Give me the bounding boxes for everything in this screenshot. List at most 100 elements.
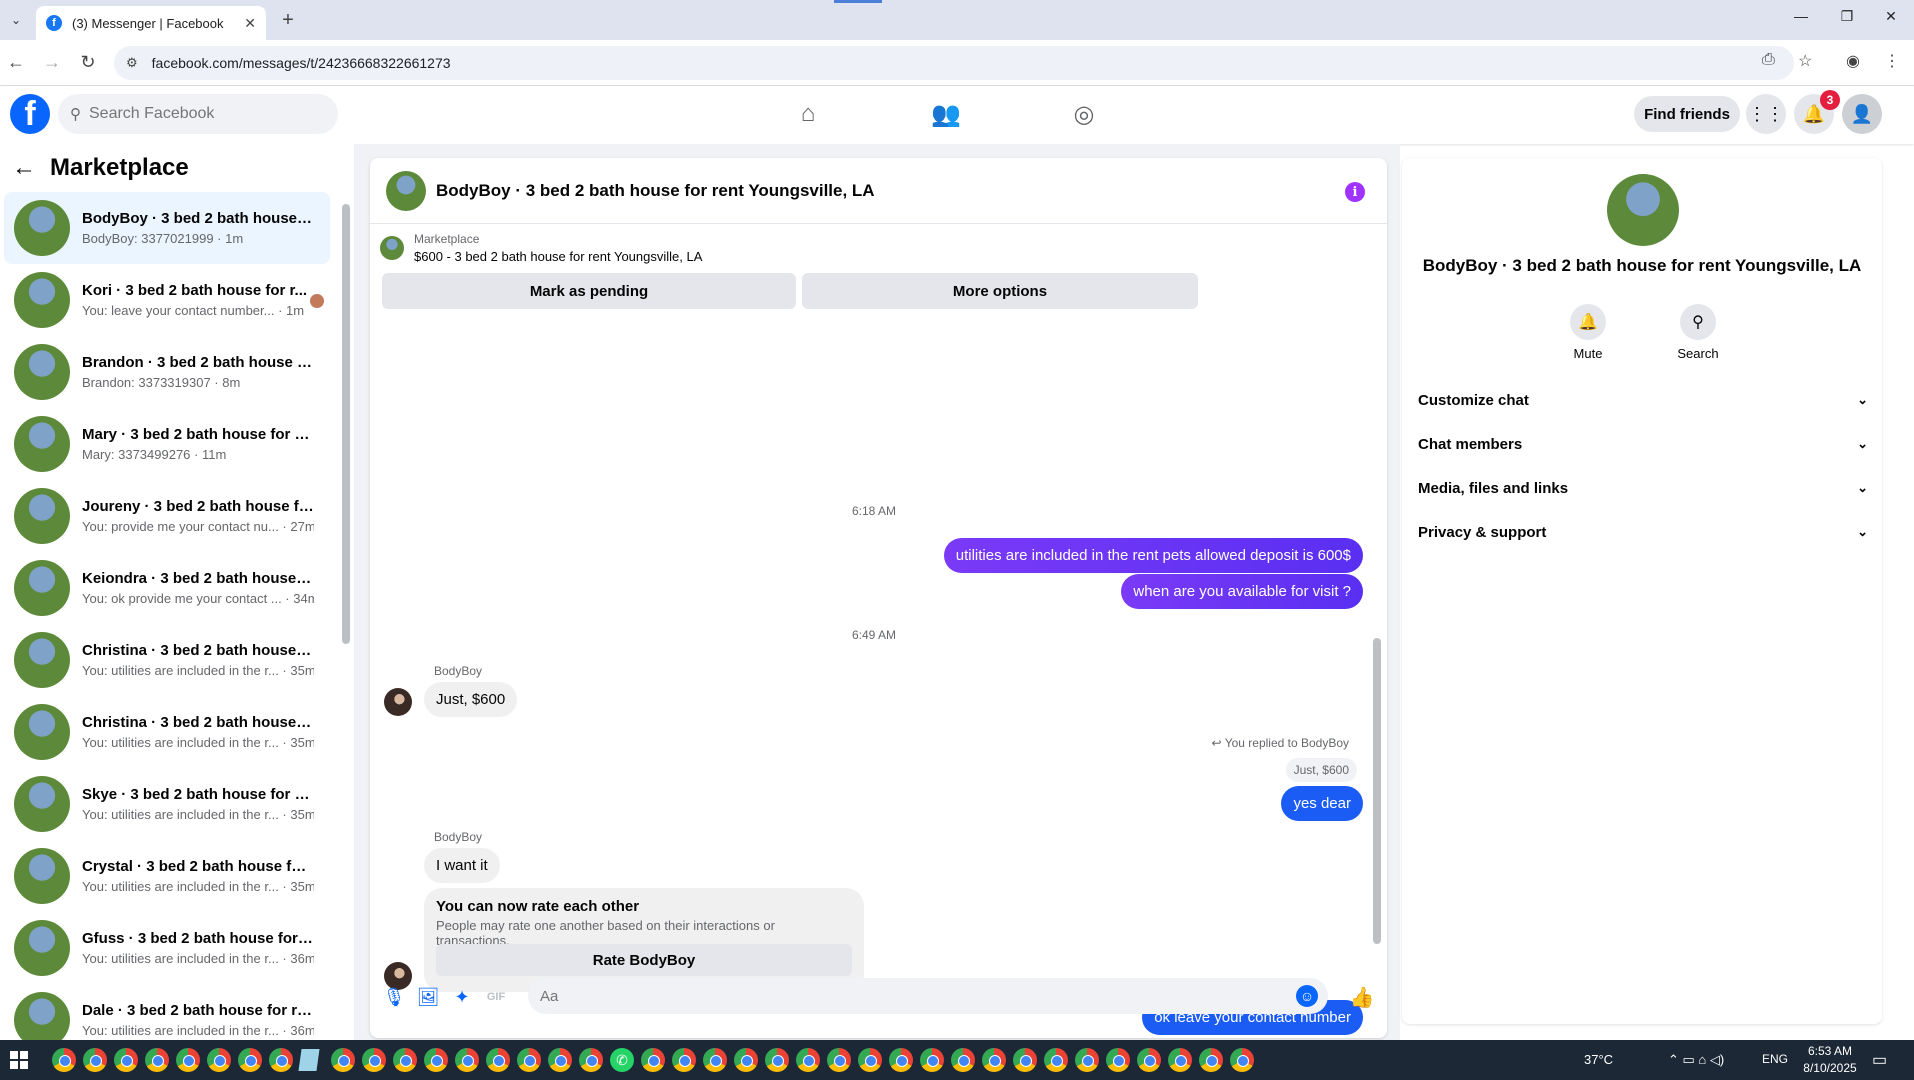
conversation-item[interactable]: BodyBoy · 3 bed 2 bath house f... BodyBoy… bbox=[4, 192, 330, 264]
home-icon[interactable]: ⌂ bbox=[788, 96, 828, 132]
chrome-app-icon[interactable] bbox=[951, 1048, 975, 1072]
info-icon[interactable]: i bbox=[1345, 182, 1365, 202]
conversation-item[interactable]: Christina · 3 bed 2 bath house f... You: … bbox=[4, 696, 330, 768]
chrome-app-icon[interactable] bbox=[1230, 1048, 1254, 1072]
chrome-app-icon[interactable] bbox=[517, 1048, 541, 1072]
sticker-icon[interactable]: ✦ bbox=[450, 985, 474, 1009]
back-arrow-icon[interactable]: ← bbox=[12, 154, 36, 182]
thumbs-up-icon[interactable]: 👍 bbox=[1350, 985, 1375, 1009]
outgoing-message[interactable]: when are you available for visit ? bbox=[1121, 574, 1363, 609]
outgoing-message[interactable]: yes dear bbox=[1281, 786, 1363, 821]
marketplace-listing-bar[interactable]: Marketplace $600 - 3 bed 2 bath house fo… bbox=[380, 232, 702, 264]
tab-close-icon[interactable]: ✕ bbox=[244, 15, 256, 32]
facebook-search[interactable]: ⚲ bbox=[58, 94, 338, 134]
message-input-wrapper[interactable]: ☺ bbox=[528, 978, 1328, 1014]
conversation-item[interactable]: Gfuss · 3 bed 2 bath house for r... You: … bbox=[4, 912, 330, 984]
notification-center-icon[interactable]: ▭ bbox=[1872, 1050, 1887, 1070]
chat-members-section[interactable]: Chat members ⌄ bbox=[1418, 426, 1868, 462]
message-input[interactable] bbox=[540, 987, 1280, 1005]
conversation-item[interactable]: Skye · 3 bed 2 bath house for re... You: … bbox=[4, 768, 330, 840]
notepad-app-icon[interactable] bbox=[298, 1049, 320, 1071]
chrome-app-icon[interactable] bbox=[796, 1048, 820, 1072]
restore-icon[interactable]: ❐ bbox=[1832, 8, 1862, 25]
customize-chat-section[interactable]: Customize chat ⌄ bbox=[1418, 382, 1868, 418]
minimize-icon[interactable]: — bbox=[1786, 8, 1816, 24]
chat-title[interactable]: BodyBoy · 3 bed 2 bath house for rent Yo… bbox=[436, 181, 875, 201]
chrome-app-icon[interactable] bbox=[1044, 1048, 1068, 1072]
chrome-app-icon[interactable] bbox=[52, 1048, 76, 1072]
window-close-icon[interactable]: ✕ bbox=[1876, 8, 1906, 25]
chrome-app-icon[interactable] bbox=[269, 1048, 293, 1072]
mute-bell-icon[interactable]: 🔔 bbox=[1570, 304, 1606, 340]
outgoing-message[interactable]: utilities are included in the rent pets … bbox=[943, 538, 1363, 573]
conversation-item[interactable]: Dale · 3 bed 2 bath house for re... You: … bbox=[4, 984, 330, 1040]
conversation-item[interactable]: Christina · 3 bed 2 bath house f... You: … bbox=[4, 624, 330, 696]
chrome-app-icon[interactable] bbox=[858, 1048, 882, 1072]
search-action[interactable]: ⚲ Search bbox=[1668, 304, 1728, 361]
chrome-app-icon[interactable] bbox=[548, 1048, 572, 1072]
chrome-app-icon[interactable] bbox=[920, 1048, 944, 1072]
chrome-app-icon[interactable] bbox=[1013, 1048, 1037, 1072]
bookmark-star-icon[interactable]: ☆ bbox=[1798, 51, 1812, 71]
chrome-app-icon[interactable] bbox=[827, 1048, 851, 1072]
forward-icon[interactable]: → bbox=[40, 50, 64, 74]
gif-icon[interactable]: GIF bbox=[484, 985, 508, 1009]
conversation-item[interactable]: Crystal · 3 bed 2 bath house for ... You:… bbox=[4, 840, 330, 912]
site-info-icon[interactable]: ⚙ bbox=[126, 55, 138, 71]
listing-avatar[interactable] bbox=[386, 170, 426, 211]
sender-avatar[interactable] bbox=[384, 688, 412, 716]
details-avatar[interactable] bbox=[1607, 174, 1679, 246]
facebook-logo-icon[interactable]: f bbox=[10, 94, 50, 134]
chrome-app-icon[interactable] bbox=[393, 1048, 417, 1072]
chrome-app-icon[interactable] bbox=[889, 1048, 913, 1072]
mark-as-pending-button[interactable]: Mark as pending bbox=[382, 273, 796, 309]
groups-icon[interactable]: ◎ bbox=[1064, 96, 1104, 132]
chrome-app-icon[interactable] bbox=[176, 1048, 200, 1072]
conversation-item[interactable]: Kori · 3 bed 2 bath house for r... You: l… bbox=[4, 264, 330, 336]
chat-scrollbar[interactable] bbox=[1373, 638, 1381, 944]
conversation-item[interactable]: Joureny · 3 bed 2 bath house for... You: … bbox=[4, 480, 330, 552]
chrome-app-icon[interactable] bbox=[672, 1048, 696, 1072]
emoji-icon[interactable]: ☺ bbox=[1296, 985, 1318, 1007]
photo-icon[interactable]: 🖼 bbox=[416, 985, 440, 1009]
microphone-icon[interactable]: 🎙 bbox=[382, 985, 406, 1009]
chrome-app-icon[interactable] bbox=[362, 1048, 386, 1072]
search-input[interactable] bbox=[89, 105, 309, 123]
chrome-app-icon[interactable] bbox=[982, 1048, 1006, 1072]
search-icon[interactable]: ⚲ bbox=[1680, 304, 1716, 340]
chrome-app-icon[interactable] bbox=[1075, 1048, 1099, 1072]
back-icon[interactable]: ← bbox=[4, 50, 28, 74]
media-files-links-section[interactable]: Media, files and links ⌄ bbox=[1418, 470, 1868, 506]
chrome-app-icon[interactable] bbox=[734, 1048, 758, 1072]
address-bar[interactable]: ⚙ facebook.com/messages/t/24236668322661… bbox=[114, 46, 1794, 80]
profile-icon[interactable]: ◉ bbox=[1846, 51, 1860, 71]
conversation-item[interactable]: Brandon · 3 bed 2 bath house fo... Brando… bbox=[4, 336, 330, 408]
chrome-app-icon[interactable] bbox=[114, 1048, 138, 1072]
chrome-app-icon[interactable] bbox=[1168, 1048, 1192, 1072]
reload-icon[interactable]: ↻ bbox=[76, 50, 100, 74]
chrome-app-icon[interactable] bbox=[207, 1048, 231, 1072]
chrome-app-icon[interactable] bbox=[1199, 1048, 1223, 1072]
taskbar-clock[interactable]: 6:53 AM 8/10/2025 bbox=[1800, 1043, 1860, 1077]
mute-action[interactable]: 🔔 Mute bbox=[1558, 304, 1618, 361]
incoming-message[interactable]: Just, $600 bbox=[424, 682, 518, 717]
language-indicator[interactable]: ENG bbox=[1762, 1052, 1788, 1066]
incoming-message[interactable]: I want it bbox=[424, 848, 500, 883]
chrome-app-icon[interactable] bbox=[641, 1048, 665, 1072]
sidebar-scrollbar[interactable] bbox=[342, 204, 350, 644]
chrome-app-icon[interactable] bbox=[765, 1048, 789, 1072]
friends-icon[interactable]: 👥 bbox=[926, 96, 966, 132]
chrome-app-icon[interactable] bbox=[83, 1048, 107, 1072]
conversation-item[interactable]: Keiondra · 3 bed 2 bath house f... You: o… bbox=[4, 552, 330, 624]
more-options-button[interactable]: More options bbox=[802, 273, 1198, 309]
chrome-app-icon[interactable] bbox=[145, 1048, 169, 1072]
windows-start-icon[interactable] bbox=[10, 1051, 28, 1069]
menu-grid-icon[interactable]: ⋮⋮ bbox=[1746, 94, 1786, 134]
browser-menu-icon[interactable]: ⋮ bbox=[1884, 51, 1900, 71]
whatsapp-app-icon[interactable]: ✆ bbox=[610, 1048, 634, 1072]
chrome-app-icon[interactable] bbox=[579, 1048, 603, 1072]
chrome-app-icon[interactable] bbox=[455, 1048, 479, 1072]
privacy-support-section[interactable]: Privacy & support ⌄ bbox=[1418, 514, 1868, 550]
chrome-app-icon[interactable] bbox=[1106, 1048, 1130, 1072]
chrome-app-icon[interactable] bbox=[486, 1048, 510, 1072]
